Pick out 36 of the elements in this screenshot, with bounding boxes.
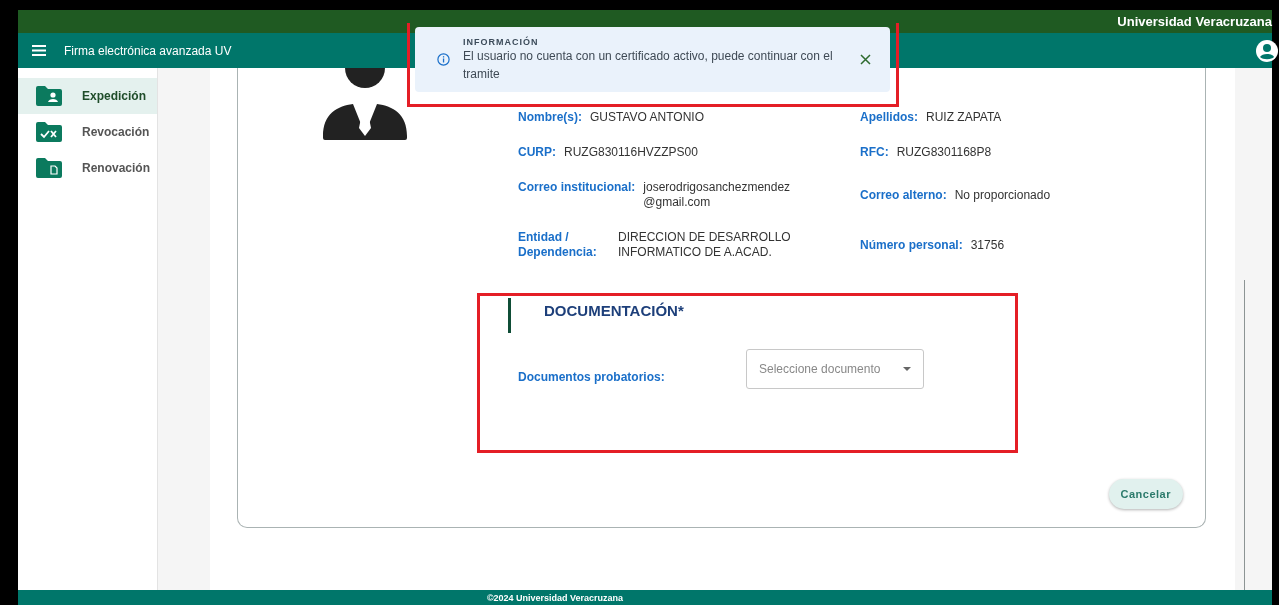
close-icon[interactable] — [860, 54, 871, 65]
info-icon — [437, 53, 450, 66]
field-value: RUZG8301168P8 — [896, 145, 992, 160]
copyright-text: ©2024 Universidad Veracruzana — [486, 592, 624, 603]
cancel-button[interactable]: Cancelar — [1108, 479, 1183, 509]
institution-name: Universidad Veracruzana — [1117, 14, 1272, 29]
field-value: No proporcionado — [954, 187, 1051, 203]
notification-message: El usuario no cuenta con un certificado activo, puede continuar con el tramite — [463, 47, 834, 83]
field-label: Entidad / Dependencia: — [518, 230, 598, 260]
field-label: Correo alterno: — [860, 187, 947, 203]
field-value: RUZG830116HVZZPS00 — [564, 145, 698, 160]
sidebar-item[interactable]: Revocación — [18, 114, 157, 150]
folder-document-icon — [36, 158, 62, 178]
folder-person-icon — [36, 86, 62, 106]
field-label: Apellidos: — [860, 110, 918, 125]
field-label: CURP: — [518, 145, 556, 160]
menu-icon[interactable] — [32, 45, 46, 56]
notification-title: INFORMACIÓN — [463, 36, 540, 47]
field-label: Nombre(s): — [518, 110, 582, 125]
app-title: Firma electrónica avanzada UV — [64, 43, 232, 58]
field-value: joserodrigosanchezmendez @gmail.com — [643, 180, 791, 210]
field-value: RUIZ ZAPATA — [926, 110, 1002, 125]
sidebar-item[interactable]: Renovación — [18, 150, 157, 186]
folder-check-icon — [36, 122, 62, 142]
dropdown-caret-icon — [903, 367, 911, 371]
field-value: 31756 — [970, 237, 1005, 253]
field-label: RFC: — [860, 145, 889, 160]
document-select[interactable]: Seleccione documento — [746, 349, 924, 389]
field-label: Documentos probatorios: — [518, 370, 666, 384]
field-value: GUSTAVO ANTONIO — [590, 110, 705, 125]
section-heading: DOCUMENTACIÓN* — [544, 302, 684, 319]
user-icon[interactable] — [1256, 39, 1278, 62]
field-label: Correo institucional: — [518, 180, 636, 196]
field-label: Número personal: — [860, 237, 963, 253]
sidebar-item[interactable]: Expedición — [18, 78, 157, 114]
field-value: DIRECCION DE DESARROLLO INFORMATICO DE A.ACAD. — [618, 230, 791, 260]
